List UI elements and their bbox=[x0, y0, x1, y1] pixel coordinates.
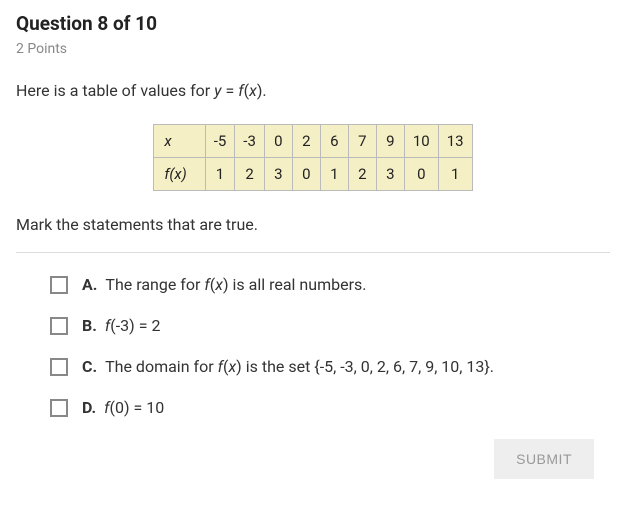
choice-c-t2: is the set {-5, -3, 0, 2, 6, 7, 9, 10, 1… bbox=[242, 357, 494, 376]
intro-rp: ). bbox=[257, 81, 267, 100]
choice-c: C. The domain for f(x) is the set {-5, -… bbox=[50, 357, 610, 376]
choice-text: The range for f(x) is all real numbers. bbox=[105, 275, 366, 294]
intro-eq: = bbox=[222, 81, 239, 100]
x-val: -3 bbox=[235, 125, 265, 158]
f-val: 3 bbox=[376, 158, 404, 191]
submit-row: SUBMIT bbox=[16, 439, 610, 479]
checkbox-a[interactable] bbox=[50, 276, 68, 294]
intro-text: Here is a table of values for y = f(x). bbox=[16, 81, 610, 100]
choice-a-t1: The range for bbox=[105, 275, 204, 294]
choice-c-t1: The domain for bbox=[105, 357, 217, 376]
x-val: -5 bbox=[205, 125, 235, 158]
table-row: f(x) 1 2 3 0 1 2 3 0 1 bbox=[154, 158, 472, 191]
x-val: 6 bbox=[320, 125, 348, 158]
f-val: 3 bbox=[264, 158, 292, 191]
choices-list: A. The range for f(x) is all real number… bbox=[16, 275, 610, 417]
intro-prefix: Here is a table of values for bbox=[16, 81, 214, 100]
x-val: 0 bbox=[264, 125, 292, 158]
choice-d: D. f(0) = 10 bbox=[50, 398, 610, 417]
f-val: 2 bbox=[348, 158, 376, 191]
divider bbox=[16, 252, 610, 253]
x-val: 7 bbox=[348, 125, 376, 158]
choice-b-text: (-3) = 2 bbox=[110, 316, 160, 335]
choice-text: f(0) = 10 bbox=[104, 398, 164, 417]
x-val: 9 bbox=[376, 125, 404, 158]
choice-text: The domain for f(x) is the set {-5, -3, … bbox=[105, 357, 494, 376]
f-val: 1 bbox=[438, 158, 472, 191]
f-val: 2 bbox=[235, 158, 265, 191]
instruction-text: Mark the statements that are true. bbox=[16, 215, 610, 234]
intro-x: x bbox=[249, 81, 257, 100]
x-header: x bbox=[154, 125, 205, 158]
choice-a-t2: is all real numbers. bbox=[229, 275, 367, 294]
f-val: 1 bbox=[320, 158, 348, 191]
x-val: 2 bbox=[292, 125, 320, 158]
f-val: 0 bbox=[292, 158, 320, 191]
table-row: x -5 -3 0 2 6 7 9 10 13 bbox=[154, 125, 472, 158]
values-table: x -5 -3 0 2 6 7 9 10 13 f(x) 1 2 3 0 1 2… bbox=[153, 124, 472, 191]
f-val: 1 bbox=[205, 158, 235, 191]
choice-letter: D. bbox=[82, 398, 96, 417]
submit-button[interactable]: SUBMIT bbox=[494, 439, 594, 479]
choice-d-text: (0) = 10 bbox=[110, 398, 165, 417]
choice-letter: B. bbox=[82, 316, 97, 335]
checkbox-d[interactable] bbox=[50, 399, 68, 417]
checkbox-c[interactable] bbox=[50, 358, 68, 376]
x-val: 13 bbox=[438, 125, 472, 158]
table-wrap: x -5 -3 0 2 6 7 9 10 13 f(x) 1 2 3 0 1 2… bbox=[16, 124, 610, 191]
choice-b: B. f(-3) = 2 bbox=[50, 316, 610, 335]
fx-rp: ) bbox=[182, 165, 187, 183]
choice-a-x: x bbox=[215, 275, 223, 294]
question-title: Question 8 of 10 bbox=[16, 12, 610, 35]
fx-header: f(x) bbox=[154, 158, 205, 191]
choice-text: f(-3) = 2 bbox=[105, 316, 161, 335]
x-val: 10 bbox=[404, 125, 438, 158]
checkbox-b[interactable] bbox=[50, 317, 68, 335]
intro-y: y bbox=[214, 81, 221, 100]
question-points: 2 Points bbox=[16, 41, 610, 57]
choice-letter: C. bbox=[82, 357, 97, 376]
choice-letter: A. bbox=[82, 275, 97, 294]
choice-a: A. The range for f(x) is all real number… bbox=[50, 275, 610, 294]
fx-x: x bbox=[174, 165, 181, 183]
x-label: x bbox=[164, 132, 171, 150]
f-val: 0 bbox=[404, 158, 438, 191]
